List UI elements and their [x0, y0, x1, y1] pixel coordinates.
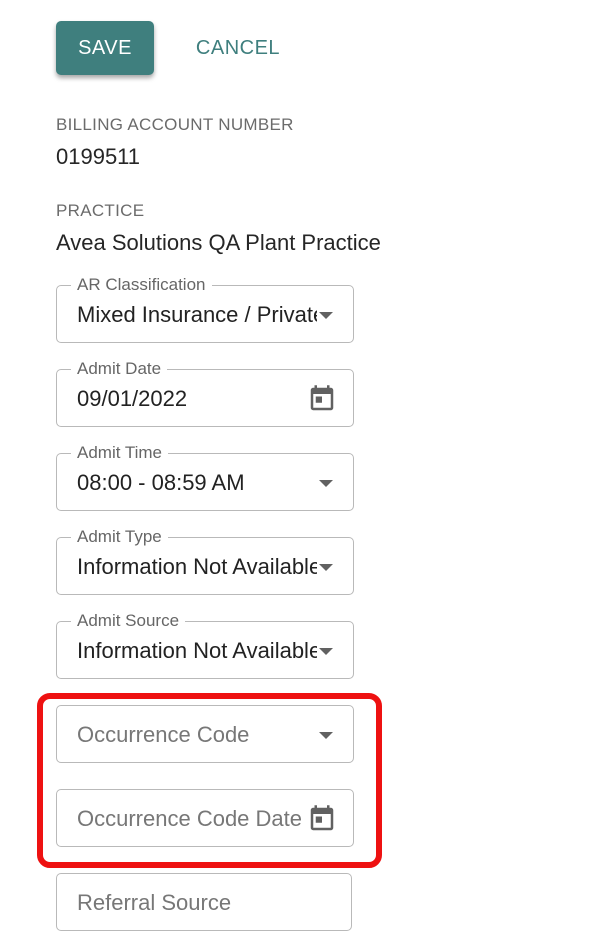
referral-source-field[interactable]: Referral Source — [56, 873, 352, 931]
admit-date-field[interactable]: Admit Date 09/01/2022 — [56, 358, 354, 427]
ar-classification-select[interactable]: AR Classification Mixed Insurance / Priv… — [56, 274, 354, 343]
cancel-button[interactable]: CANCEL — [180, 21, 296, 75]
chevron-down-icon[interactable] — [319, 480, 333, 487]
admit-date-label: Admit Date — [71, 358, 168, 380]
chevron-down-icon[interactable] — [319, 564, 333, 571]
save-button[interactable]: SAVE — [56, 21, 154, 75]
admit-type-select[interactable]: Admit Type Information Not Available — [56, 526, 354, 595]
billing-account-value: 0199511 — [56, 144, 141, 169]
occurrence-code-placeholder: Occurrence Code — [77, 722, 250, 747]
ar-classification-value: Mixed Insurance / Private Pay — [77, 302, 317, 327]
admission-form: SAVE CANCEL BILLING ACCOUNT NUMBER 01995… — [0, 0, 596, 946]
admit-type-label: Admit Type — [71, 526, 168, 548]
practice-value: Avea Solutions QA Plant Practice — [56, 230, 381, 255]
occurrence-code-select[interactable]: Occurrence Code — [56, 705, 354, 763]
admit-time-value: 08:00 - 08:59 AM — [77, 470, 245, 495]
referral-source-placeholder: Referral Source — [77, 890, 232, 915]
occurrence-code-date-field[interactable]: Occurrence Code Date — [56, 789, 354, 847]
chevron-down-icon[interactable] — [319, 732, 333, 739]
admit-time-label: Admit Time — [71, 442, 169, 464]
admit-type-value: Information Not Available — [77, 554, 317, 579]
practice-label: PRACTICE — [56, 201, 145, 220]
calendar-icon[interactable] — [307, 383, 337, 415]
billing-account-label: BILLING ACCOUNT NUMBER — [56, 115, 294, 134]
occurrence-code-date-placeholder: Occurrence Code Date — [77, 806, 302, 831]
admit-source-select[interactable]: Admit Source Information Not Available — [56, 610, 354, 679]
ar-classification-label: AR Classification — [71, 274, 212, 296]
chevron-down-icon[interactable] — [319, 648, 333, 655]
admit-time-select[interactable]: Admit Time 08:00 - 08:59 AM — [56, 442, 354, 511]
calendar-icon[interactable] — [307, 803, 337, 835]
admit-date-value: 09/01/2022 — [77, 386, 188, 411]
chevron-down-icon[interactable] — [319, 312, 333, 319]
admit-source-value: Information Not Available — [77, 638, 317, 663]
admit-source-label: Admit Source — [71, 610, 186, 632]
